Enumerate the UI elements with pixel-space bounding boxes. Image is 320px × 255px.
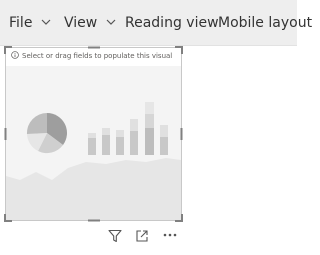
mobile-layout-button[interactable]: Mobile layout xyxy=(218,14,312,32)
resize-handle-bottom-right[interactable] xyxy=(174,213,183,222)
resize-handle-right[interactable] xyxy=(179,128,183,140)
resize-handle-left[interactable] xyxy=(4,128,8,140)
resize-handle-top-right[interactable] xyxy=(174,46,183,55)
chevron-down-icon xyxy=(106,19,116,25)
resize-handle-bottom-left[interactable] xyxy=(4,213,13,222)
visual-placeholder-illustration xyxy=(6,66,181,220)
view-menu-label: View xyxy=(64,15,98,31)
pie-placeholder xyxy=(26,112,67,154)
resize-handle-bottom[interactable] xyxy=(88,218,100,222)
chevron-down-icon xyxy=(41,19,51,25)
resize-handle-top-left[interactable] xyxy=(4,46,13,55)
reading-view-label: Reading view xyxy=(125,15,219,31)
report-toolbar: File View Reading view Mobile layout xyxy=(0,0,312,46)
mobile-layout-label: Mobile layout xyxy=(218,15,313,31)
filter-icon[interactable] xyxy=(108,229,122,243)
file-menu-button[interactable]: File xyxy=(9,14,51,32)
view-menu-button[interactable]: View xyxy=(64,14,116,32)
placeholder-message: Select or drag fields to populate this v… xyxy=(11,51,172,61)
reading-view-button[interactable]: Reading view xyxy=(125,14,219,32)
more-options-icon[interactable] xyxy=(162,231,178,239)
empty-visual[interactable]: Select or drag fields to populate this v… xyxy=(4,46,183,222)
file-menu-label: File xyxy=(9,15,33,31)
focus-mode-icon[interactable] xyxy=(135,229,149,243)
resize-handle-top[interactable] xyxy=(88,46,100,50)
placeholder-message-text: Select or drag fields to populate this v… xyxy=(22,52,173,60)
